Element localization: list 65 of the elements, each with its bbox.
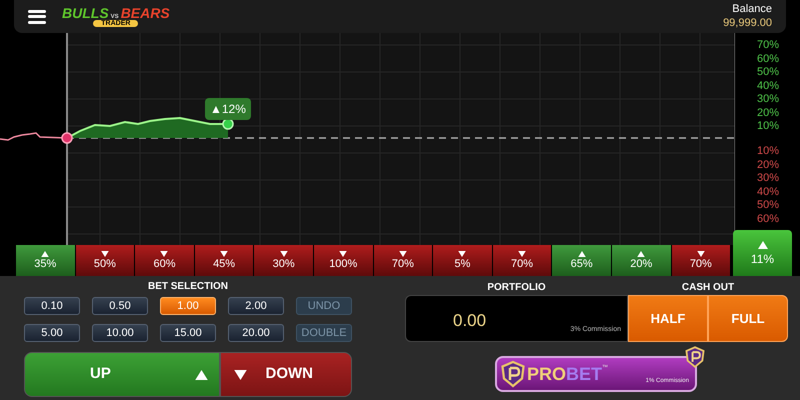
down-arrow-icon <box>160 251 168 257</box>
tick-label: 70% <box>690 259 712 270</box>
tick-label: 20% <box>630 259 652 270</box>
tick-label: 5% <box>454 259 470 270</box>
logo-text: BEARS <box>120 6 170 20</box>
section-title: BET SELECTION <box>146 280 229 294</box>
tick-label: 11% <box>750 253 774 265</box>
down-arrow-icon <box>339 251 348 257</box>
tick-label: 65% <box>570 259 593 270</box>
tick-label: 50% <box>94 259 116 270</box>
down-arrow-icon <box>100 251 109 257</box>
section-title: CASH OUT <box>680 281 736 294</box>
axis-label: 30% <box>756 93 780 106</box>
tick-label: 70% <box>392 259 414 270</box>
axis-label: 50% <box>756 66 780 80</box>
up-arrow-icon <box>637 251 646 257</box>
tick-label: 100% <box>329 259 358 270</box>
bet-amount-button[interactable]: 15.00 <box>160 324 216 342</box>
shield-icon <box>501 360 525 388</box>
axis-label: 10% <box>756 120 780 134</box>
bet-amount-button[interactable]: 20.00 <box>228 324 284 342</box>
portfolio-value: 0.00 <box>453 310 486 332</box>
axis-label: 70% <box>756 39 780 52</box>
axis-label: 60% <box>756 52 780 66</box>
bet-amount-button[interactable]: 10.00 <box>92 324 148 342</box>
axis-label: 20% <box>756 106 780 120</box>
probet-text: PRO <box>527 365 566 383</box>
tick-label: 45% <box>213 259 236 270</box>
axis-label: 60% <box>756 212 780 226</box>
down-button[interactable]: DOWN <box>220 352 352 397</box>
change-tag: ▲12% <box>205 98 251 120</box>
axis-label: 20% <box>756 158 780 172</box>
up-arrow-icon <box>578 251 586 257</box>
down-arrow-icon <box>232 370 248 380</box>
bet-amount-button[interactable]: 0.50 <box>92 297 148 315</box>
section-title: PORTFOLIO <box>486 281 547 294</box>
down-arrow-icon <box>280 251 288 257</box>
tick-label: 70% <box>511 259 534 270</box>
action-button[interactable]: DOUBLE <box>296 324 352 342</box>
shield-icon <box>685 346 705 368</box>
up-arrow-icon <box>194 370 208 380</box>
down-arrow-icon <box>518 251 526 257</box>
probet-text: BET <box>566 365 602 383</box>
up-button[interactable]: UP <box>24 352 220 397</box>
logo-text: BULLS <box>62 6 109 20</box>
down-arrow-icon <box>696 251 705 257</box>
down-arrow-icon <box>398 251 407 257</box>
axis-label: 50% <box>756 199 780 212</box>
bet-amount-button[interactable]: 0.10 <box>24 297 80 315</box>
axis-label: 30% <box>756 172 780 186</box>
axis-label: 10% <box>756 145 780 158</box>
axis-label: 40% <box>756 186 780 199</box>
tick-label: 60% <box>153 259 176 270</box>
bet-amount-button[interactable]: 2.00 <box>228 297 284 315</box>
tick-label: 30% <box>272 259 295 270</box>
balance-label: Balance <box>732 2 772 16</box>
tick-label: 35% <box>34 259 56 270</box>
down-arrow-icon <box>458 251 466 257</box>
down-arrow-icon <box>220 251 228 257</box>
action-button[interactable]: UNDO <box>296 297 352 315</box>
balance-value: 99,999.00 <box>723 16 772 30</box>
up-arrow-icon <box>41 251 50 257</box>
up-arrow-icon <box>758 241 768 249</box>
bet-amount-button[interactable]: 5.00 <box>24 324 80 342</box>
axis-label: 40% <box>756 80 780 93</box>
